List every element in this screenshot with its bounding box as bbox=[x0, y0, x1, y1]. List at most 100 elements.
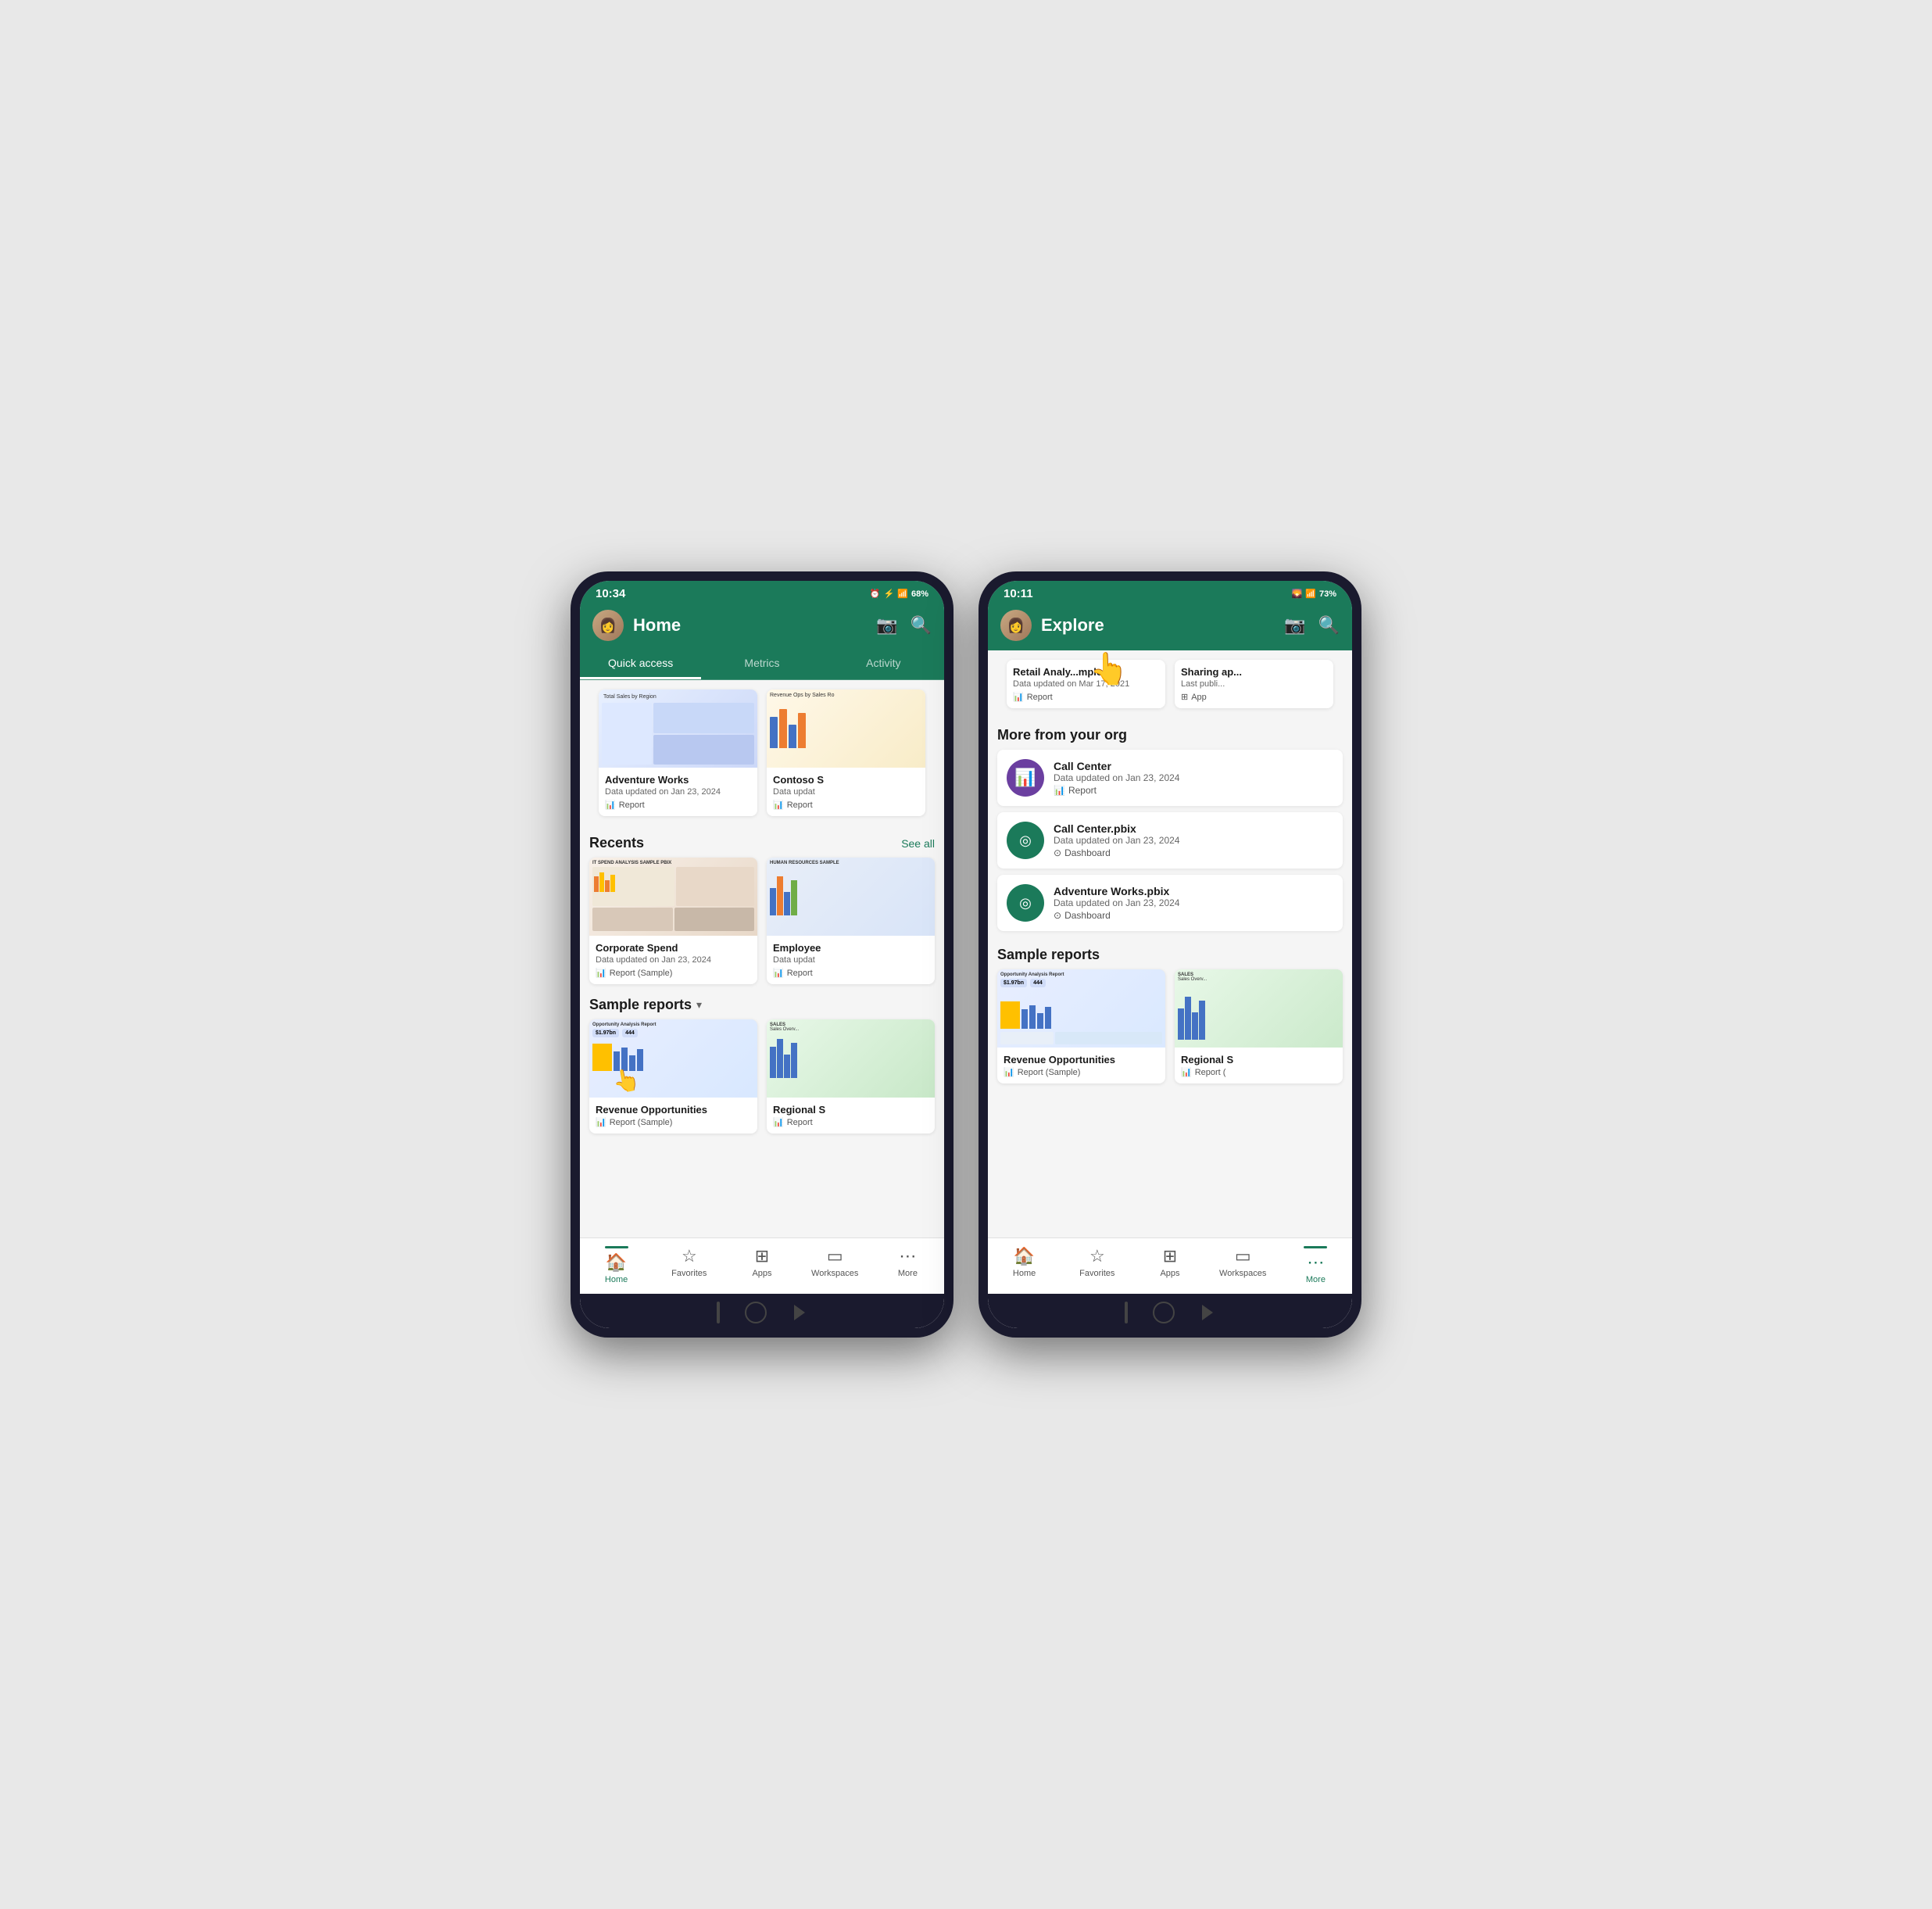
card-sharing[interactable]: Sharing ap... Last publi... ⊞ App bbox=[1175, 660, 1333, 708]
nav-apps-2[interactable]: ⊞ Apps bbox=[1133, 1243, 1206, 1288]
nav-workspaces-2[interactable]: ▭ Workspaces bbox=[1207, 1243, 1279, 1288]
card-regional-1[interactable]: SALES Sales Overv... Regional S bbox=[767, 1019, 935, 1134]
card-type-sharing: ⊞ App bbox=[1181, 692, 1327, 702]
wifi-icon: 📶 bbox=[897, 589, 908, 599]
recents-title: Recents bbox=[589, 835, 644, 851]
recent-btn-2 bbox=[1202, 1305, 1213, 1320]
phone-1-screen: 10:34 ⏰ ⚡ 📶 68% 👩 Home 📷 🔍 Quick access bbox=[580, 581, 944, 1328]
card-retail[interactable]: Retail Analy...mple Data updated on Mar … bbox=[1007, 660, 1165, 708]
card-type-regional-1: 📊 Report bbox=[773, 1117, 928, 1127]
battery-1: 68% bbox=[911, 589, 928, 599]
cursor-hand-1: 👆 bbox=[610, 1066, 642, 1096]
favorites-icon-1: ☆ bbox=[682, 1246, 697, 1266]
card-type-revenue-1: 📊 Report (Sample) bbox=[596, 1117, 751, 1127]
card-title-contoso: Contoso S bbox=[773, 774, 919, 786]
org-icon-call-center-pbix: ◎ bbox=[1007, 822, 1044, 859]
card-revenue-2[interactable]: Opportunity Analysis Report $1.97bn 444 bbox=[997, 969, 1165, 1083]
content-1[interactable]: Total Sales by Region bbox=[580, 680, 944, 1237]
org-icon-call-center: 📊 bbox=[1007, 759, 1044, 797]
see-all-link[interactable]: See all bbox=[901, 837, 935, 850]
card-info-sharing: Sharing ap... Last publi... ⊞ App bbox=[1175, 660, 1333, 708]
phone-1: 10:34 ⏰ ⚡ 📶 68% 👩 Home 📷 🔍 Quick access bbox=[571, 571, 953, 1338]
bottom-nav-1: 🏠 Home ☆ Favorites ⊞ Apps ▭ Workspaces ⋯… bbox=[580, 1237, 944, 1294]
card-info-employee: Employee Data updat 📊 Report bbox=[767, 936, 935, 984]
search-icon-2[interactable]: 🔍 bbox=[1318, 615, 1340, 636]
nav-home-1[interactable]: 🏠 Home bbox=[580, 1243, 653, 1288]
card-info-revenue-2: Revenue Opportunities 📊 Report (Sample) bbox=[997, 1048, 1165, 1083]
workspaces-icon-1: ▭ bbox=[827, 1246, 843, 1266]
app-header-2: 👩 Explore 📷 🔍 bbox=[988, 604, 1352, 650]
card-title-revenue-2: Revenue Opportunities bbox=[1004, 1054, 1159, 1066]
avatar-2[interactable]: 👩 bbox=[1000, 610, 1032, 641]
card-info-corporate: Corporate Spend Data updated on Jan 23, … bbox=[589, 936, 757, 984]
dashboard-icon-cc2: ⊙ bbox=[1054, 847, 1061, 858]
org-type-adventure-pbix: ⊙ Dashboard bbox=[1054, 910, 1333, 921]
bluetooth-icon: ⚡ bbox=[884, 589, 895, 599]
tab-metrics[interactable]: Metrics bbox=[701, 650, 822, 679]
recent-btn-1 bbox=[794, 1305, 805, 1320]
card-info-regional-1: Regional S 📊 Report bbox=[767, 1098, 935, 1134]
camera-icon-1[interactable]: 📷 bbox=[876, 615, 897, 636]
nav-apps-1[interactable]: ⊞ Apps bbox=[725, 1243, 798, 1288]
search-icon-1[interactable]: 🔍 bbox=[911, 615, 932, 636]
nav-active-bar-1 bbox=[605, 1246, 628, 1248]
card-thumb-regional-1: SALES Sales Overv... bbox=[767, 1019, 935, 1098]
card-subtitle-corporate: Data updated on Jan 23, 2024 bbox=[596, 955, 751, 965]
sample-reports-title-wrap-1: Sample reports ▾ bbox=[589, 997, 702, 1013]
nav-label-more-1: More bbox=[898, 1269, 918, 1278]
tab-bar-1: Quick access Metrics Activity bbox=[580, 650, 944, 680]
card-revenue-1[interactable]: Opportunity Analysis Report $1.97bn 444 bbox=[589, 1019, 757, 1134]
org-item-adventure-pbix[interactable]: ◎ Adventure Works.pbix Data updated on J… bbox=[997, 875, 1343, 931]
card-info-contoso: Contoso S Data updat 📊 Report bbox=[767, 768, 925, 816]
card-title-adventure: Adventure Works bbox=[605, 774, 751, 786]
card-thumb-employee: HUMAN RESOURCES SAMPLE bbox=[767, 858, 935, 936]
report-icon-contoso: 📊 bbox=[773, 800, 784, 810]
nav-home-2[interactable]: 🏠 Home bbox=[988, 1243, 1061, 1288]
status-icons-2: 🌄 📶 73% bbox=[1292, 589, 1336, 599]
dashboard-icon-aw2: ⊙ bbox=[1054, 910, 1061, 921]
report-icon-revenue-2: 📊 bbox=[1004, 1067, 1014, 1077]
tab-quick-access[interactable]: Quick access bbox=[580, 650, 701, 679]
nav-workspaces-1[interactable]: ▭ Workspaces bbox=[799, 1243, 871, 1288]
top-cards: Retail Analy...mple Data updated on Mar … bbox=[997, 660, 1343, 711]
card-contoso[interactable]: Revenue Ops by Sales Ro Contoso S bbox=[767, 689, 925, 816]
org-icon-adventure-pbix: ◎ bbox=[1007, 884, 1044, 922]
content-2[interactable]: 👆 Retail Analy...mple Data updated on Ma… bbox=[988, 650, 1352, 1237]
card-employee[interactable]: HUMAN RESOURCES SAMPLE Employee Data upd… bbox=[767, 858, 935, 984]
apps-icon-1: ⊞ bbox=[755, 1246, 769, 1266]
org-date-adventure-pbix: Data updated on Jan 23, 2024 bbox=[1054, 897, 1333, 908]
card-type-corporate: 📊 Report (Sample) bbox=[596, 968, 751, 978]
card-corporate-spend[interactable]: IT SPEND ANALYSIS SAMPLE PBIX bbox=[589, 858, 757, 984]
card-info-regional-2: Regional S 📊 Report ( bbox=[1175, 1048, 1343, 1083]
nav-more-2[interactable]: ⋯ More bbox=[1279, 1243, 1352, 1288]
tab-activity[interactable]: Activity bbox=[823, 650, 944, 679]
status-bar-2: 10:11 🌄 📶 73% bbox=[988, 581, 1352, 604]
status-time-2: 10:11 bbox=[1004, 587, 1033, 600]
dashboard-icon-pbix: ◎ bbox=[1019, 833, 1032, 849]
card-adventure-works[interactable]: Total Sales by Region bbox=[599, 689, 757, 816]
camera-icon-2[interactable]: 📷 bbox=[1284, 615, 1305, 636]
phone-2-screen: 10:11 🌄 📶 73% 👩 Explore 📷 🔍 👆 bbox=[988, 581, 1352, 1328]
nav-more-1[interactable]: ⋯ More bbox=[871, 1243, 944, 1288]
avatar-1[interactable]: 👩 bbox=[592, 610, 624, 641]
org-info-call-center: Call Center Data updated on Jan 23, 2024… bbox=[1054, 760, 1333, 796]
wifi-icon-2: 📶 bbox=[1305, 589, 1316, 599]
org-item-call-center[interactable]: 📊 Call Center Data updated on Jan 23, 20… bbox=[997, 750, 1343, 806]
phone-bottom-1 bbox=[580, 1294, 944, 1328]
card-regional-2[interactable]: SALES Sales Overv... Regional S bbox=[1175, 969, 1343, 1083]
org-item-call-center-pbix[interactable]: ◎ Call Center.pbix Data updated on Jan 2… bbox=[997, 812, 1343, 869]
org-date-call-center-pbix: Data updated on Jan 23, 2024 bbox=[1054, 835, 1333, 846]
nav-favorites-1[interactable]: ☆ Favorites bbox=[653, 1243, 725, 1288]
status-icons-1: ⏰ ⚡ 📶 68% bbox=[870, 589, 928, 599]
recents-cards: IT SPEND ANALYSIS SAMPLE PBIX bbox=[580, 858, 944, 987]
card-type-employee: 📊 Report bbox=[773, 968, 928, 978]
recents-header: Recents See all bbox=[580, 826, 944, 858]
nav-label-workspaces-1: Workspaces bbox=[811, 1269, 858, 1278]
card-info-revenue-1: Revenue Opportunities 📊 Report (Sample) bbox=[589, 1098, 757, 1134]
status-bar-1: 10:34 ⏰ ⚡ 📶 68% bbox=[580, 581, 944, 604]
nav-label-more-2: More bbox=[1306, 1275, 1326, 1284]
report-icon-regional-1: 📊 bbox=[773, 1117, 784, 1127]
nav-favorites-2[interactable]: ☆ Favorites bbox=[1061, 1243, 1133, 1288]
nav-label-home-2: Home bbox=[1013, 1269, 1036, 1278]
favorites-icon-2: ☆ bbox=[1089, 1246, 1105, 1266]
